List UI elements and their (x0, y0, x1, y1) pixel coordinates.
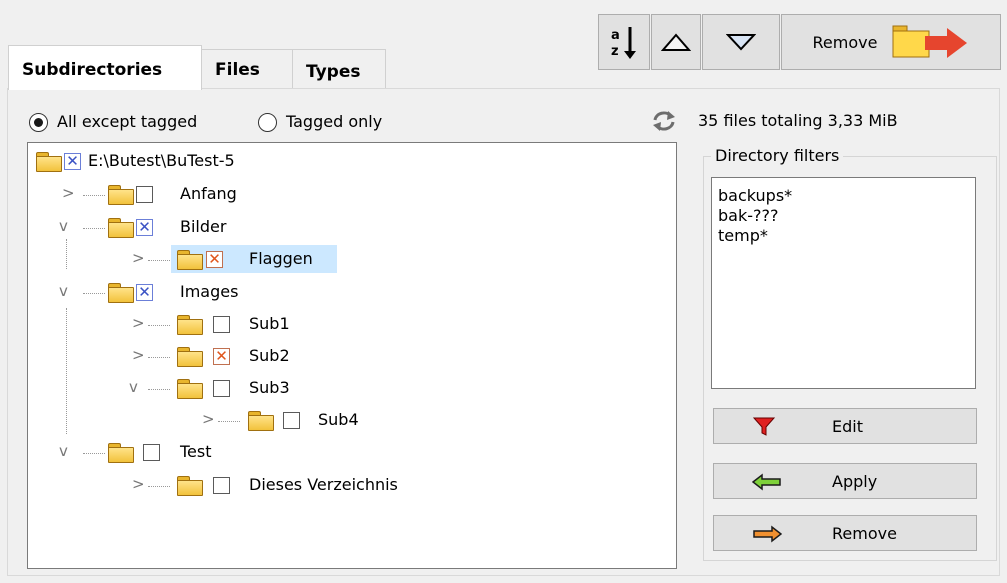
svg-text:z: z (611, 44, 619, 59)
folder-icon (108, 443, 134, 463)
expand-caret-icon[interactable]: > (132, 346, 145, 364)
arrow-left-green-icon (752, 473, 781, 491)
tag-checkbox[interactable] (213, 380, 230, 397)
folder-icon (177, 347, 203, 367)
tree-node-label: Test (180, 442, 212, 461)
triangle-up-icon (661, 33, 691, 51)
status-text: 35 files totaling 3,33 MiB (698, 111, 898, 130)
folder-icon (177, 476, 203, 496)
directory-tree[interactable]: ✕ E:\Butest\BuTest-5 > Anfang v ✕ Bilder… (27, 142, 677, 569)
tag-checkbox[interactable]: ✕ (136, 284, 153, 301)
tree-node-sub1[interactable]: > Sub1 (28, 312, 428, 338)
filter-item[interactable]: bak-??? (718, 206, 969, 226)
apply-filters-button[interactable]: Apply (713, 463, 977, 499)
tree-node-label: Images (180, 282, 239, 301)
edit-filters-button[interactable]: Edit (713, 408, 977, 444)
remove-filters-label: Remove (832, 524, 897, 543)
tag-checkbox[interactable] (213, 316, 230, 333)
tree-node-anfang[interactable]: > Anfang (28, 182, 428, 208)
tree-node-sub2[interactable]: > ✕ Sub2 (28, 344, 428, 370)
tag-checkbox[interactable]: ✕ (64, 153, 81, 170)
expand-caret-icon[interactable]: > (132, 475, 145, 493)
tab-files[interactable]: Files (201, 49, 293, 90)
tag-checkbox[interactable] (283, 412, 300, 429)
tree-root[interactable]: ✕ E:\Butest\BuTest-5 (28, 149, 428, 175)
arrow-right-orange-icon (753, 525, 782, 543)
tab-subdirectories[interactable]: Subdirectories (8, 45, 202, 90)
tag-checkbox[interactable]: ✕ (213, 348, 230, 365)
folder-icon (108, 283, 134, 303)
tree-node-images[interactable]: v ✕ Images (28, 280, 428, 306)
tag-checkbox[interactable] (213, 477, 230, 494)
sort-az-icon: a z (611, 27, 636, 59)
folder-icon (248, 411, 274, 431)
tag-checkbox[interactable] (136, 186, 153, 203)
funnel-icon (752, 417, 776, 436)
folder-icon (36, 152, 62, 172)
tree-node-sub4[interactable]: > Sub4 (28, 408, 428, 434)
expand-caret-icon[interactable]: > (132, 314, 145, 332)
radio-tagged-only[interactable] (258, 113, 277, 132)
remove-filters-button[interactable]: Remove (713, 515, 977, 551)
collapse-caret-icon[interactable]: v (59, 442, 68, 460)
svg-text:a: a (611, 28, 620, 43)
move-up-button[interactable] (651, 14, 701, 70)
sort-button[interactable]: a z (598, 14, 650, 70)
folder-icon (177, 379, 203, 399)
expand-caret-icon[interactable]: > (132, 249, 145, 267)
apply-filters-label: Apply (832, 472, 878, 491)
tree-node-label: Dieses Verzeichnis (249, 475, 398, 494)
folder-icon (108, 218, 134, 238)
tree-node-label: Bilder (180, 217, 227, 236)
directory-filters-list[interactable]: backups* bak-??? temp* (711, 177, 976, 389)
tree-node-label: Anfang (180, 184, 237, 203)
folder-icon (177, 250, 203, 270)
folder-remove-icon (892, 25, 968, 58)
tree-node-label: Flaggen (249, 249, 313, 268)
tree-node-sub3[interactable]: v Sub3 (28, 376, 428, 402)
tree-node-label: Sub1 (249, 314, 290, 333)
tree-node-label: Sub3 (249, 378, 290, 397)
tag-checkbox[interactable]: ✕ (206, 251, 223, 268)
refresh-icon[interactable] (651, 110, 677, 132)
tree-node-test[interactable]: v Test (28, 440, 428, 466)
folder-icon (177, 315, 203, 335)
tab-types[interactable]: Types (292, 49, 386, 90)
expand-caret-icon[interactable]: > (62, 184, 75, 202)
move-down-button[interactable] (702, 14, 780, 70)
remove-top-label: Remove (812, 32, 878, 52)
tab-files-label: Files (215, 60, 260, 80)
tree-node-label: Sub4 (318, 410, 359, 429)
radio-tagged-only-label[interactable]: Tagged only (286, 112, 382, 131)
expand-caret-icon[interactable]: > (202, 410, 215, 428)
tree-node-label: Sub2 (249, 346, 290, 365)
tree-root-label: E:\Butest\BuTest-5 (88, 151, 235, 170)
tag-checkbox[interactable]: ✕ (136, 219, 153, 236)
tag-checkbox[interactable] (143, 444, 160, 461)
collapse-caret-icon[interactable]: v (59, 217, 68, 235)
edit-filters-label: Edit (832, 417, 863, 436)
collapse-caret-icon[interactable]: v (59, 282, 68, 300)
tab-types-label: Types (306, 62, 361, 82)
radio-all-except-tagged[interactable] (29, 113, 48, 132)
filter-item[interactable]: backups* (718, 186, 969, 206)
triangle-down-icon (726, 34, 756, 51)
tree-node-bilder[interactable]: v ✕ Bilder (28, 215, 428, 241)
filter-item[interactable]: temp* (718, 226, 969, 246)
radio-all-except-tagged-label[interactable]: All except tagged (57, 112, 197, 131)
remove-top-button[interactable]: Remove (781, 14, 1001, 70)
tree-node-dieses-verzeichnis[interactable]: > Dieses Verzeichnis (28, 473, 528, 499)
tab-subdirectories-label: Subdirectories (22, 60, 163, 80)
collapse-caret-icon[interactable]: v (129, 378, 138, 396)
folder-icon (108, 185, 134, 205)
tree-node-flaggen[interactable]: > ✕ Flaggen (28, 247, 428, 273)
directory-filters-legend: Directory filters (711, 146, 844, 165)
